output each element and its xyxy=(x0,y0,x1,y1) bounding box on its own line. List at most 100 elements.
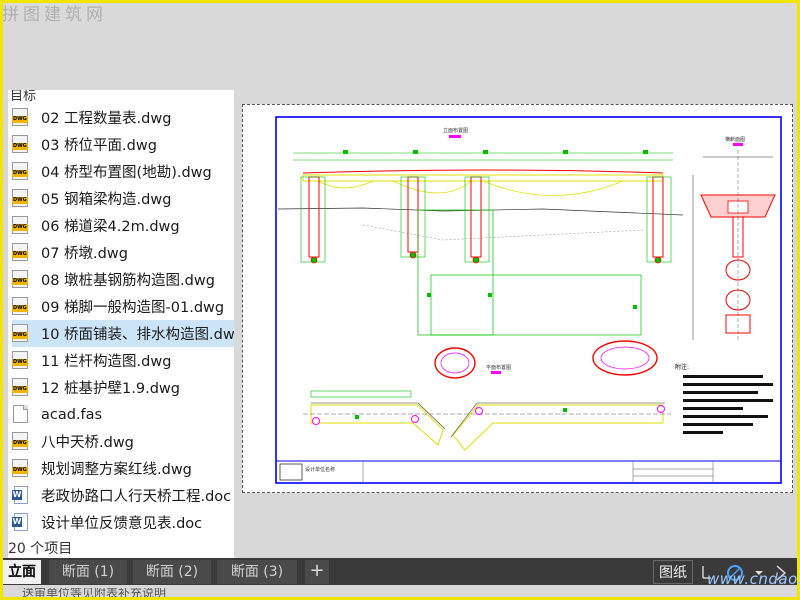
file-row[interactable]: DWG 12 桩基护壁1.9.dwg xyxy=(12,374,234,401)
file-name: 05 钢箱梁构造.dwg xyxy=(41,192,172,208)
file-row[interactable]: acad.fas xyxy=(12,401,234,428)
notes-line xyxy=(683,399,773,402)
pile-marker xyxy=(654,256,662,264)
dim-marker xyxy=(427,293,431,297)
file-row[interactable]: DWG 06 梯道梁4.2m.dwg xyxy=(12,212,234,239)
dwg-file-icon: DWG xyxy=(12,351,30,370)
dwg-file-icon: DWG xyxy=(12,189,30,208)
dwg-file-icon: DWG xyxy=(12,432,30,451)
file-row[interactable]: DWG 07 桥墩.dwg xyxy=(12,239,234,266)
dwg-file-icon: DWG xyxy=(12,297,30,316)
file-name: 02 工程数量表.dwg xyxy=(41,111,172,127)
plan-marker xyxy=(657,405,665,413)
dim-marker xyxy=(563,408,567,412)
title-marker xyxy=(491,371,501,374)
file-row[interactable]: DWG 04 桥型布置图(地勘).dwg xyxy=(12,158,234,185)
dwg-file-icon: DWG xyxy=(12,162,30,181)
dim-marker xyxy=(343,150,348,154)
notes-line xyxy=(683,431,723,434)
plan-marker xyxy=(312,417,320,425)
word-file-icon: W xyxy=(12,486,30,505)
command-line-text: 送审单位等见附表补充说明 xyxy=(22,588,167,597)
pier-frame xyxy=(300,176,326,263)
file-row[interactable]: W 老政协路口人行天桥工程.doc xyxy=(12,482,234,509)
file-row[interactable]: W 设计单位反馈意见表.doc xyxy=(12,509,234,536)
dwg-file-icon: DWG xyxy=(12,378,30,397)
titleblock-logo xyxy=(279,463,303,481)
plan-ramp xyxy=(311,402,446,430)
file-name: 03 桥位平面.dwg xyxy=(41,138,157,154)
notes-line xyxy=(683,383,773,386)
file-row[interactable]: DWG 02 工程数量表.dwg xyxy=(12,104,234,131)
title-elevation: 立面布置图 xyxy=(443,127,468,134)
dwg-file-icon: DWG xyxy=(12,324,30,343)
titleblock-org: 设计单位名称 xyxy=(305,466,335,473)
plan-marker xyxy=(475,407,483,415)
word-file-icon: W xyxy=(12,513,30,532)
notes-line xyxy=(683,423,753,426)
tab-elevation[interactable]: 立面 xyxy=(3,560,41,584)
pile-marker xyxy=(409,251,417,259)
pier-frame xyxy=(464,176,490,263)
panel-header: 目标 xyxy=(10,90,37,104)
file-row[interactable]: DWG 11 栏杆构造图.dwg xyxy=(12,347,234,374)
file-name: 11 栏杆构造图.dwg xyxy=(41,354,172,370)
notes-line xyxy=(683,391,758,394)
girder-red xyxy=(302,169,664,174)
plan-ramp xyxy=(452,404,664,451)
file-row[interactable]: DWG 八中天桥.dwg xyxy=(12,428,234,455)
notes-line xyxy=(683,407,743,410)
generic-file-icon xyxy=(12,405,30,424)
pile-box xyxy=(417,209,494,336)
tab-section-1[interactable]: 断面 (1) xyxy=(49,560,127,584)
tab-section-2[interactable]: 断面 (2) xyxy=(133,560,211,584)
top-toolbar-area xyxy=(3,3,797,100)
file-name: 08 墩桩基钢筋构造图.dwg xyxy=(41,273,215,289)
dim-marker xyxy=(483,150,488,154)
dim-marker xyxy=(488,293,492,297)
file-row[interactable]: DWG 规划调整方案红线.dwg xyxy=(12,455,234,482)
tab-section-3[interactable]: 断面 (3) xyxy=(217,560,297,584)
item-count: 20 个项目 xyxy=(8,541,73,557)
file-row[interactable]: DWG 10 桥面铺装、排水构造图.dwg xyxy=(12,320,234,347)
plan-ellipse xyxy=(600,346,650,370)
dwg-file-icon: DWG xyxy=(12,135,30,154)
paper-space-toggle[interactable]: 图纸 xyxy=(653,560,693,584)
file-name: acad.fas xyxy=(41,406,103,423)
girder-bottom xyxy=(392,180,472,194)
file-name: 规划调整方案红线.dwg xyxy=(41,462,192,478)
file-name: 06 梯道梁4.2m.dwg xyxy=(41,219,180,235)
file-row[interactable]: DWG 03 桥位平面.dwg xyxy=(12,131,234,158)
file-list-panel: 目标 DWG 02 工程数量表.dwg DWG 03 桥位平面.dwg DWG 04 桥型… xyxy=(8,90,234,558)
file-row[interactable]: DWG 08 墩桩基钢筋构造图.dwg xyxy=(12,266,234,293)
plan-ellipse xyxy=(592,340,658,376)
pier xyxy=(407,176,419,253)
plan-ramp xyxy=(310,404,444,446)
file-row[interactable]: DWG 09 梯脚一般构造图-01.dwg xyxy=(12,293,234,320)
file-name: 07 桥墩.dwg xyxy=(41,246,128,262)
site-watermark: www.cndao.com xyxy=(707,570,800,588)
watermark: 拼图建筑网 xyxy=(2,5,107,25)
file-name: 04 桥型布置图(地勘).dwg xyxy=(41,165,212,181)
pier xyxy=(470,176,482,258)
pile-marker xyxy=(472,256,480,264)
girder-bottom xyxy=(482,180,624,196)
pier xyxy=(652,176,664,258)
file-name: 八中天桥.dwg xyxy=(41,435,134,451)
dim-marker xyxy=(643,150,648,154)
add-tab-button[interactable]: + xyxy=(305,560,329,584)
title-plan: 平面布置图 xyxy=(486,364,511,371)
dim-marker xyxy=(633,305,637,309)
drawing-sheet[interactable]: 设计单位名称 立面布置图 横断面图 平面布置图 附注: xyxy=(242,104,793,493)
file-name: 09 梯脚一般构造图-01.dwg xyxy=(41,300,225,316)
girder-bottom xyxy=(317,180,374,189)
file-row[interactable]: DWG 05 钢箱梁构造.dwg xyxy=(12,185,234,212)
dwg-file-icon: DWG xyxy=(12,243,30,262)
notes-line xyxy=(683,375,763,378)
dim-marker xyxy=(413,150,418,154)
file-name: 12 桩基护壁1.9.dwg xyxy=(41,381,180,397)
pier-frame xyxy=(646,176,672,263)
dwg-file-icon: DWG xyxy=(12,216,30,235)
pile-marker xyxy=(310,256,318,264)
pier xyxy=(308,176,320,258)
